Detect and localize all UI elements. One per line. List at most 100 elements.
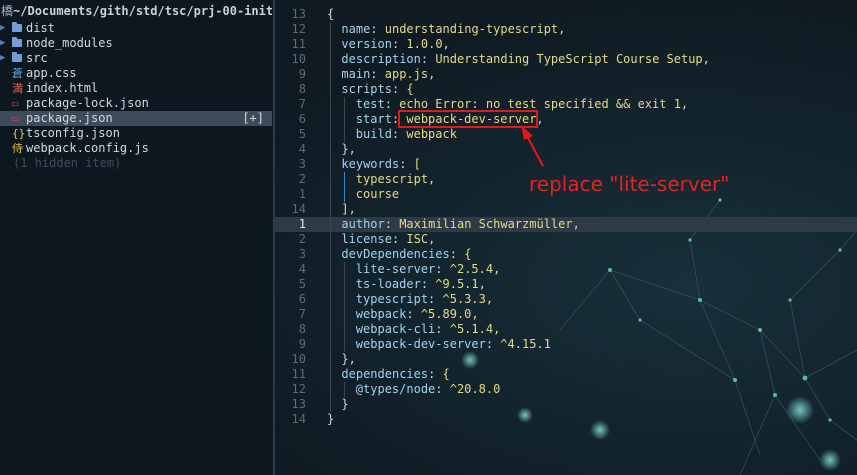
json-key: keywords (341, 157, 400, 171)
code-line[interactable]: 10 description: Understanding TypeScript … (275, 52, 857, 67)
modified-badge: [+] (242, 111, 264, 125)
code-line[interactable]: 4}, (275, 142, 857, 157)
tree-folder[interactable]: ▶ src (0, 51, 272, 66)
json-value: app.js, (384, 67, 436, 81)
indent-guide (344, 262, 345, 352)
explorer-path[interactable]: 橋~/Documents/gith/std/tsc/prj-00-initi (0, 4, 272, 19)
json-value: [ (413, 157, 421, 171)
line-number: 3 (298, 247, 306, 261)
code-line[interactable]: 9 webpack-dev-server: ^4.15.1 (275, 337, 857, 352)
code-text: }, (341, 142, 355, 157)
code-line[interactable]: 2 license: ISC, (275, 232, 857, 247)
pane-divider[interactable] (273, 0, 275, 475)
code-line[interactable]: 6 typescript: ^5.3.3, (275, 292, 857, 307)
line-number: 9 (298, 337, 306, 351)
json-value: understanding-typescript, (384, 22, 566, 36)
code-line[interactable]: 6 start: webpack-dev-server, (275, 112, 857, 127)
code-line[interactable]: 7 webpack: ^5.89.0, (275, 307, 857, 322)
code-text: ], (341, 202, 355, 217)
json-value: ISC, (406, 232, 436, 246)
code-line[interactable]: 3 devDependencies: { (275, 247, 857, 262)
json-value: echo Error: no test specified && exit 1, (399, 97, 689, 111)
tree-item-label: package-lock.json (26, 96, 149, 110)
hidden-items-label: (1 hidden item) (13, 156, 122, 170)
code-line[interactable]: 11 dependencies: { (275, 367, 857, 382)
code-line[interactable]: 8 scripts: { (275, 82, 857, 97)
json-value: ^5.89.0, (420, 307, 479, 321)
indent-guide (330, 22, 331, 412)
json-value: { (406, 82, 414, 96)
code-line[interactable]: 14} (275, 412, 857, 427)
json-value: ^20.8.0 (449, 382, 501, 396)
code-line[interactable]: 8 webpack-cli: ^5.1.4, (275, 322, 857, 337)
tree-file[interactable]: ▭ package-lock.json (0, 96, 272, 111)
code-line[interactable]: 5 build: webpack (275, 127, 857, 142)
code-punct: ], (341, 202, 356, 216)
code-line[interactable]: 12 name: understanding-typescript, (275, 22, 857, 37)
json-key: build (355, 127, 392, 141)
code-line[interactable]: 10}, (275, 352, 857, 367)
annotation-text: replace "lite-server" (529, 172, 730, 196)
json-key: scripts (341, 82, 392, 96)
tree-file[interactable]: 蒼 app.css (0, 66, 272, 81)
code-line[interactable]: 7 test: echo Error: no test specified && … (275, 97, 857, 112)
chevron-right-icon[interactable]: ▶ (0, 36, 5, 51)
json-key: description (341, 52, 421, 66)
tree-folder[interactable]: ▶ node_modules (0, 36, 272, 51)
json-key: @types/node (355, 382, 436, 396)
code-text: dependencies: { (341, 367, 450, 381)
json-value: Understanding TypeScript Course Setup, (435, 52, 710, 66)
tree-file[interactable]: 満 index.html (0, 81, 272, 96)
code-line[interactable]: 12 @types/node: ^20.8.0 (275, 382, 857, 397)
json-value: ^4.15.1 (500, 337, 551, 351)
chevron-right-icon[interactable]: ▶ (0, 51, 5, 66)
json-key: license (341, 232, 392, 246)
code-line[interactable]: 5 ts-loader: ^9.5.1, (275, 277, 857, 292)
line-number: 8 (298, 82, 306, 96)
chevron-right-icon[interactable]: ▶ (0, 21, 5, 36)
tree-folder[interactable]: ▶ dist (0, 21, 272, 36)
json-key: author (341, 217, 385, 231)
code-text: version: 1.0.0, (341, 37, 450, 51)
hidden-items-row[interactable]: (1 hidden item) (0, 156, 272, 171)
json-key: lite-server (355, 262, 436, 276)
line-number: 7 (298, 97, 306, 111)
code-text: @types/node: ^20.8.0 (355, 382, 501, 396)
line-number: 4 (298, 142, 306, 156)
code-text: description: Understanding TypeScript Co… (341, 52, 710, 66)
line-number: 7 (298, 307, 306, 321)
json-value: ^2.5.4, (449, 262, 501, 276)
line-number: 3 (298, 157, 306, 171)
json-value: ^5.3.3, (442, 292, 494, 306)
code-line[interactable]: 13 { (275, 7, 857, 22)
code-line[interactable]: 3 keywords: [ (275, 157, 857, 172)
code-line[interactable]: 13} (275, 397, 857, 412)
json-value: webpack (406, 127, 457, 141)
css-file-icon: 蒼 (12, 67, 23, 80)
code-text: keywords: [ (341, 157, 421, 171)
code-punct: } (327, 412, 335, 426)
code-editor[interactable]: 13{12 name: understanding-typescript, 11 ve… (275, 0, 857, 475)
tree-file[interactable]: ▭ package.json [+] (0, 111, 272, 126)
code-text: typescript: ^5.3.3, (355, 292, 494, 306)
json-key: ts-loader (355, 277, 421, 291)
code-punct: }, (341, 352, 356, 366)
explorer-path-label: ~/Documents/gith/std/tsc/prj-00-initi (13, 4, 272, 18)
code-line[interactable]: 9 main: app.js, (275, 67, 857, 82)
tree-file[interactable]: 侍 webpack.config.js (0, 141, 272, 156)
indent-guide (344, 172, 345, 202)
code-line[interactable]: 14], (275, 202, 857, 217)
code-line[interactable]: 4 lite-server: ^2.5.4, (275, 262, 857, 277)
tree-item-label: tsconfig.json (26, 126, 120, 140)
line-number: 8 (298, 322, 306, 336)
code-line[interactable]: 1 author: Maximilian Schwarzmüller, (275, 217, 857, 232)
code-line[interactable]: 11 version: 1.0.0, (275, 37, 857, 52)
tree-file[interactable]: {} tsconfig.json (0, 126, 272, 141)
json-key: dependencies (341, 367, 429, 381)
annotation-highlight-box (398, 110, 538, 128)
json-key: test (355, 97, 385, 111)
code-text: name: understanding-typescript, (341, 22, 566, 36)
js-file-icon: 侍 (12, 142, 23, 155)
code-text: lite-server: ^2.5.4, (355, 262, 501, 276)
directory-icon: 橋 (1, 4, 14, 18)
